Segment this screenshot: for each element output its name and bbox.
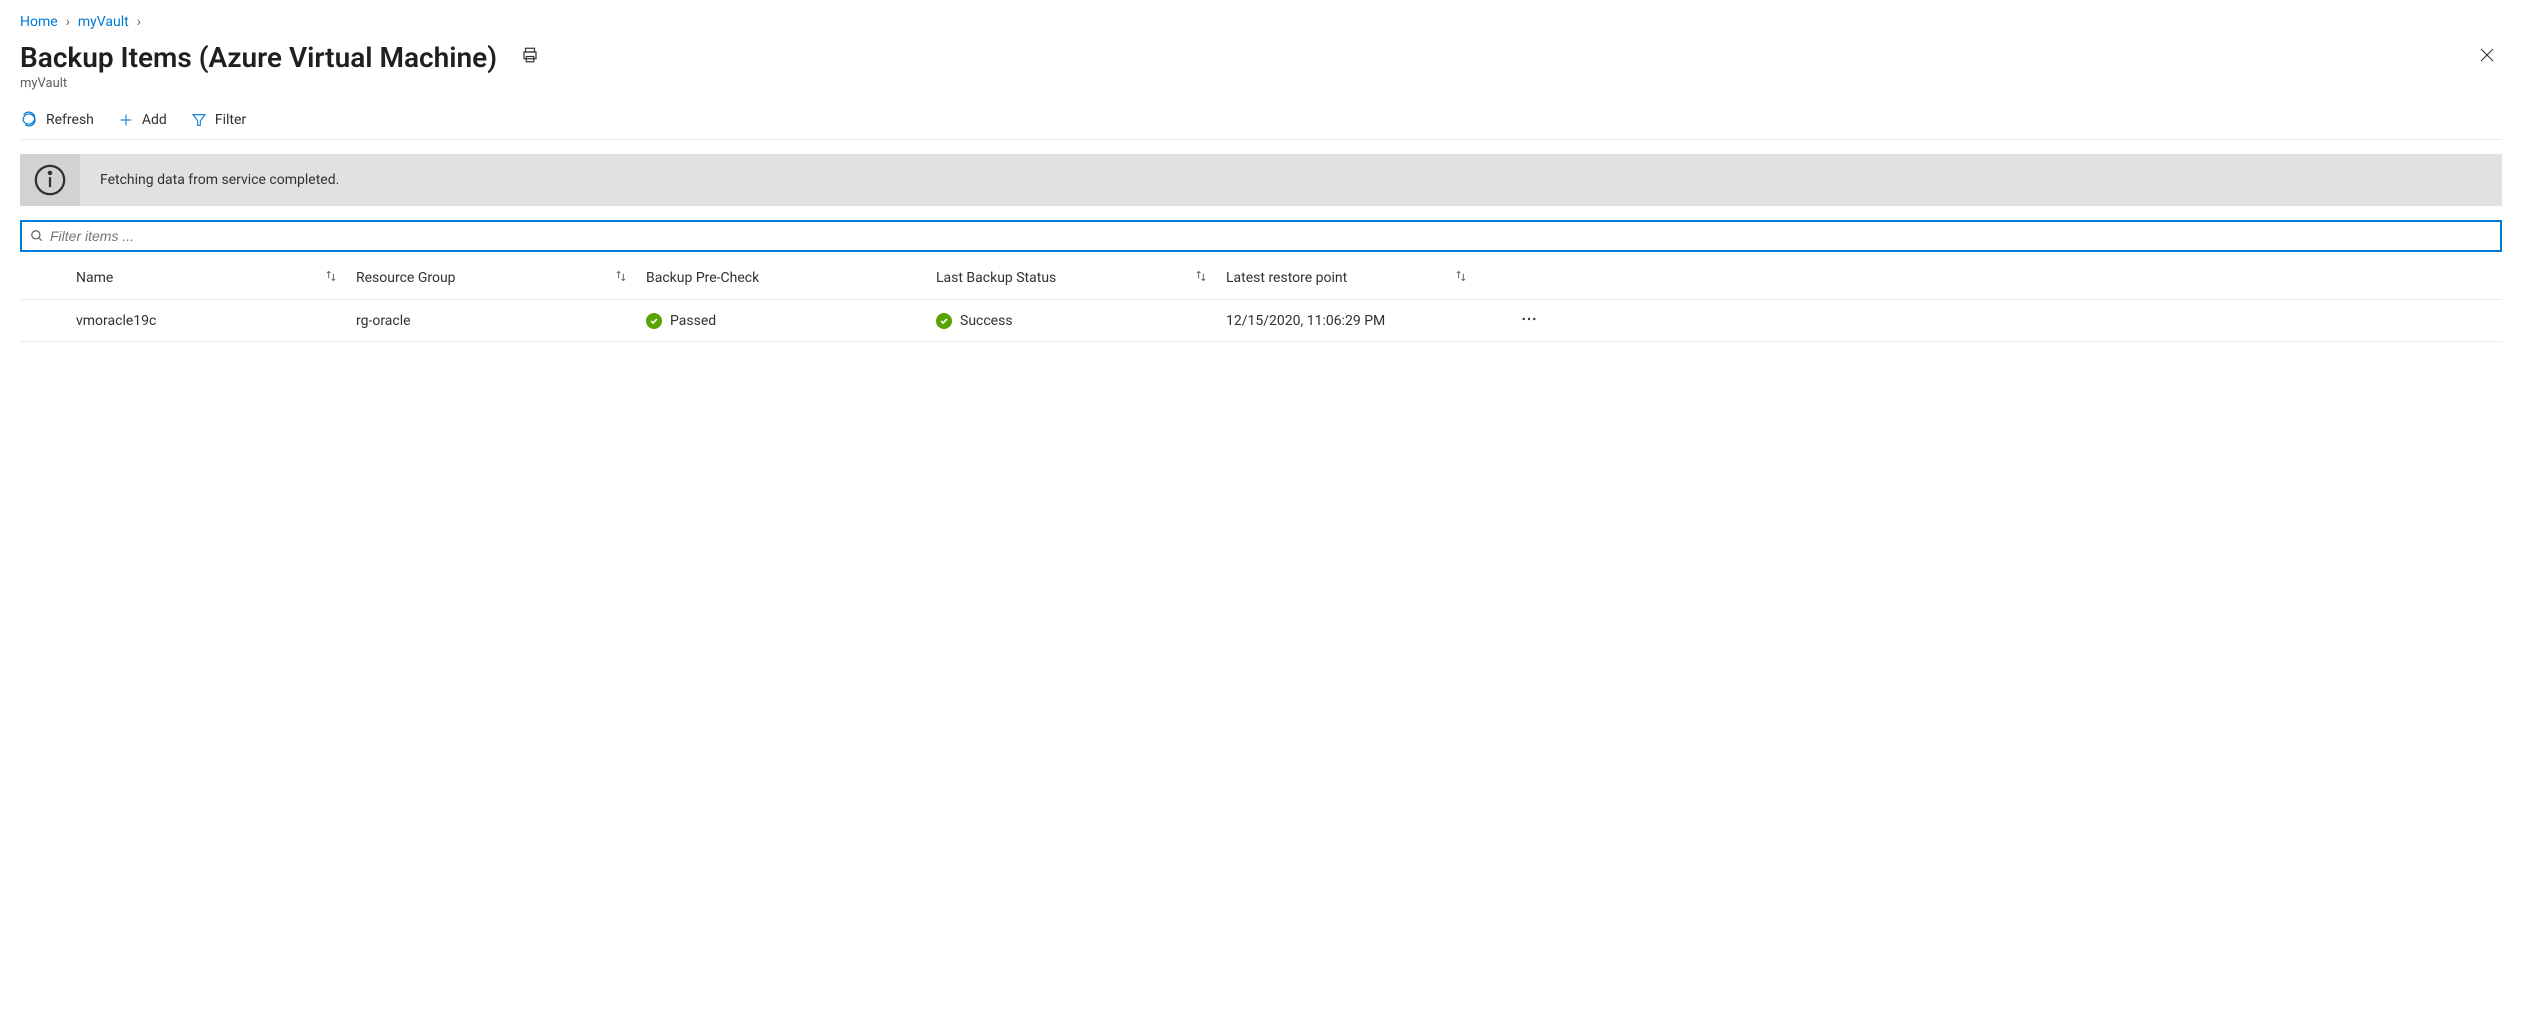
page-title: Backup Items (Azure Virtual Machine) (20, 41, 497, 74)
col-restore-point[interactable]: Latest restore point (1226, 269, 1486, 287)
breadcrumb-vault[interactable]: myVault (78, 14, 129, 30)
sort-icon (1194, 269, 1208, 287)
filter-button[interactable]: Filter (191, 112, 246, 128)
cell-pre-check: Passed (646, 313, 936, 329)
chevron-right-icon: › (137, 14, 141, 30)
search-icon (30, 229, 44, 243)
cell-restore-point: 12/15/2020, 11:06:29 PM (1226, 313, 1486, 329)
col-pre-check-label: Backup Pre-Check (646, 270, 759, 286)
table-header: Name Resource Group (20, 256, 2502, 300)
cell-resource-group: rg-oracle (356, 313, 646, 329)
row-more-button[interactable] (1520, 310, 1546, 332)
col-last-status[interactable]: Last Backup Status (936, 269, 1226, 287)
breadcrumb-home[interactable]: Home (20, 14, 58, 30)
cell-last-status: Success (936, 313, 1226, 329)
sort-icon (1454, 269, 1468, 287)
check-circle-icon (936, 313, 952, 329)
filter-input[interactable] (50, 226, 2492, 246)
sort-icon (614, 269, 628, 287)
check-circle-icon (646, 313, 662, 329)
add-button[interactable]: Add (118, 112, 167, 128)
add-label: Add (142, 112, 167, 128)
col-pre-check[interactable]: Backup Pre-Check (646, 270, 936, 286)
col-name-label: Name (76, 270, 113, 286)
breadcrumb: Home › myVault › (20, 10, 2502, 40)
info-banner-message: Fetching data from service completed. (80, 154, 359, 206)
toolbar: Refresh Add Filter (20, 97, 2502, 140)
col-last-status-label: Last Backup Status (936, 270, 1056, 286)
col-resource-group[interactable]: Resource Group (356, 269, 646, 287)
cell-name: vmoracle19c (76, 313, 356, 329)
refresh-button[interactable]: Refresh (20, 111, 94, 129)
close-icon[interactable] (2472, 40, 2502, 74)
info-banner: Fetching data from service completed. (20, 154, 2502, 206)
cell-pre-check-text: Passed (670, 313, 716, 329)
more-horizontal-icon (1520, 310, 1538, 328)
sort-icon (324, 269, 338, 287)
chevron-right-icon: › (66, 14, 70, 30)
filter-input-wrap[interactable] (20, 220, 2502, 252)
filter-label: Filter (215, 112, 246, 128)
info-icon (20, 154, 80, 206)
col-name[interactable]: Name (76, 269, 356, 287)
col-restore-point-label: Latest restore point (1226, 270, 1347, 286)
backup-items-table: Name Resource Group (20, 256, 2502, 342)
table-row[interactable]: vmoracle19c rg-oracle Passed Success 12/… (20, 300, 2502, 342)
cell-last-status-text: Success (960, 313, 1013, 329)
col-resource-group-label: Resource Group (356, 270, 456, 286)
page-subtitle: myVault (20, 76, 2502, 91)
print-icon[interactable] (521, 46, 539, 68)
refresh-label: Refresh (46, 112, 94, 128)
